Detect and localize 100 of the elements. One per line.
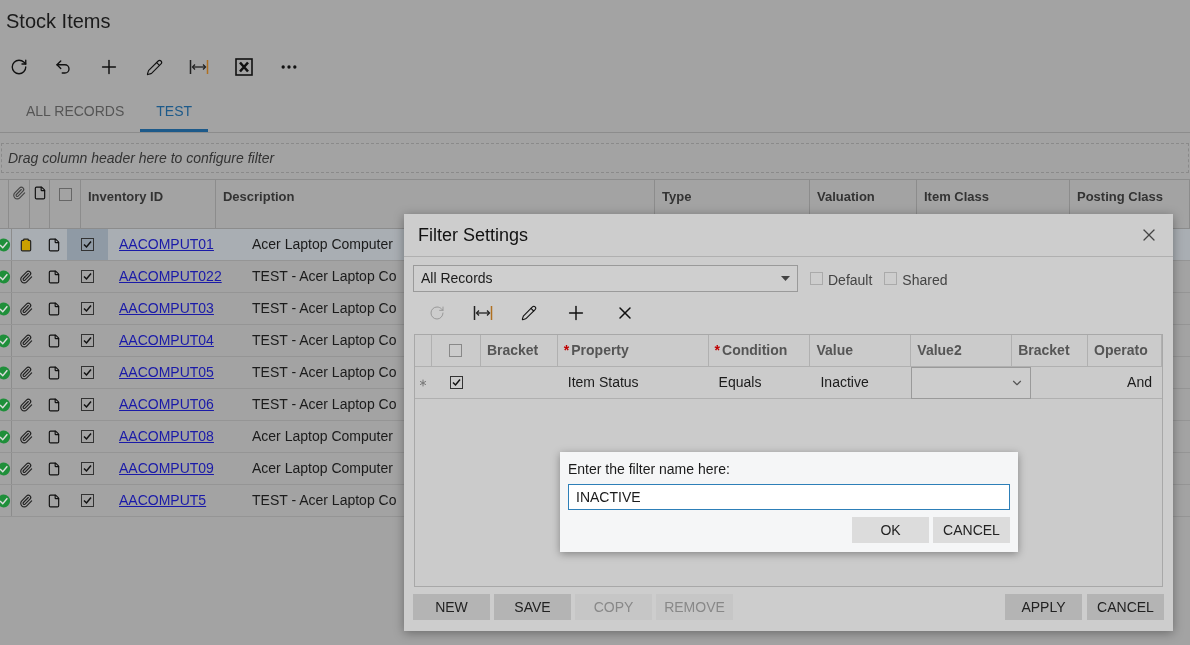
edit-icon[interactable] — [146, 58, 163, 76]
column-header[interactable]: Inventory ID — [88, 189, 164, 204]
dialog-button[interactable]: NEW — [413, 594, 490, 620]
prompt-label: Enter the filter name here: — [568, 461, 730, 477]
fit-columns-icon[interactable] — [189, 59, 209, 75]
required-mark: * — [714, 341, 721, 360]
row-checkbox[interactable] — [81, 494, 94, 507]
inventory-id-link[interactable]: AACOMPUT5 — [119, 492, 207, 508]
inventory-id-link[interactable]: AACOMPUT03 — [119, 300, 214, 316]
status-check-icon — [0, 237, 11, 252]
status-check-icon — [0, 397, 11, 412]
attachment-icon[interactable] — [19, 493, 33, 508]
note-icon[interactable] — [46, 269, 61, 284]
prompt-button[interactable]: OK — [852, 517, 929, 543]
dropdown-caret-icon — [781, 276, 790, 281]
dialog-button[interactable]: CANCEL — [1087, 594, 1164, 620]
description-cell: Acer Laptop Computer — [252, 428, 393, 444]
default-checkbox[interactable] — [810, 272, 823, 285]
column-header[interactable]: Valuation — [817, 189, 875, 204]
column-header[interactable]: Type — [662, 189, 692, 204]
prompt-button[interactable]: CANCEL — [933, 517, 1010, 543]
note-icon[interactable] — [46, 397, 61, 412]
default-label: Default — [828, 271, 873, 290]
clipboard-icon[interactable] — [19, 237, 33, 252]
row-checkbox[interactable] — [81, 462, 94, 475]
row-checkbox[interactable] — [81, 398, 94, 411]
excel-export-icon[interactable] — [235, 58, 253, 76]
row-checkbox[interactable] — [81, 366, 94, 379]
property-cell: Item Status — [567, 374, 639, 390]
description-cell: Acer Laptop Computer — [252, 460, 393, 476]
note-icon[interactable] — [46, 333, 61, 348]
status-check-icon — [0, 429, 11, 444]
tab[interactable]: TEST — [140, 93, 209, 132]
column-header[interactable]: Value2 — [917, 340, 962, 361]
status-check-icon — [0, 269, 11, 284]
row-checkbox[interactable] — [81, 334, 94, 347]
dialog-title: Filter Settings — [418, 223, 529, 247]
note-icon[interactable] — [46, 301, 61, 316]
attachment-icon[interactable] — [19, 397, 33, 412]
required-mark: * — [563, 341, 570, 360]
select-all-checkbox[interactable] — [58, 188, 72, 201]
column-header[interactable]: Posting Class — [1077, 189, 1163, 204]
column-header[interactable]: Bracket — [486, 340, 539, 361]
column-header[interactable]: Operato — [1094, 340, 1148, 361]
condition-cell: Equals — [718, 374, 762, 390]
attachment-icon[interactable] — [19, 461, 33, 476]
row-checkbox[interactable] — [81, 430, 94, 443]
description-cell: TEST - Acer Laptop Co — [252, 492, 397, 508]
column-header[interactable]: Condition — [722, 340, 788, 361]
value2-field[interactable] — [911, 366, 1032, 399]
inventory-id-link[interactable]: AACOMPUT022 — [119, 268, 222, 284]
description-cell: Acer Laptop Computer — [252, 236, 393, 252]
row-checkbox[interactable] — [81, 238, 94, 251]
refresh-icon[interactable] — [10, 58, 28, 76]
filter-hint: Drag column header here to configure filter — [8, 148, 275, 168]
description-cell: TEST - Acer Laptop Co — [252, 396, 397, 412]
row-checkbox[interactable] — [449, 376, 463, 389]
inventory-id-link[interactable]: AACOMPUT05 — [119, 364, 214, 380]
column-header[interactable]: Bracket — [1018, 340, 1070, 361]
select-all-checkbox[interactable] — [449, 344, 463, 357]
attachment-icon[interactable] — [19, 365, 33, 380]
description-cell: TEST - Acer Laptop Co — [252, 364, 397, 380]
shared-checkbox[interactable] — [884, 272, 898, 285]
note-icon[interactable] — [46, 429, 61, 444]
status-check-icon — [0, 493, 11, 508]
fit-columns-icon[interactable] — [473, 305, 493, 321]
description-cell: TEST - Acer Laptop Co — [252, 332, 397, 348]
attachment-icon[interactable] — [19, 333, 33, 348]
filter-name-input[interactable]: INACTIVE — [568, 484, 1010, 510]
operator-cell: And — [1127, 374, 1152, 390]
note-icon[interactable] — [46, 237, 61, 252]
dialog-button[interactable]: APPLY — [1005, 594, 1082, 620]
column-header[interactable]: Item Class — [924, 189, 990, 204]
value-cell: Inactive — [820, 374, 869, 390]
note-icon[interactable] — [46, 461, 61, 476]
dialog-button[interactable]: SAVE — [494, 594, 571, 620]
inventory-id-link[interactable]: AACOMPUT01 — [119, 236, 214, 252]
column-header[interactable]: Property — [571, 340, 629, 361]
inventory-id-link[interactable]: AACOMPUT09 — [119, 460, 214, 476]
note-icon[interactable] — [46, 493, 61, 508]
row-checkbox[interactable] — [81, 302, 94, 315]
status-check-icon — [0, 333, 11, 348]
note-icon[interactable] — [46, 365, 61, 380]
status-check-icon — [0, 461, 11, 476]
inventory-id-link[interactable]: AACOMPUT06 — [119, 396, 214, 412]
attachment-icon[interactable] — [19, 269, 33, 284]
attachment-icon[interactable] — [19, 301, 33, 316]
inventory-id-link[interactable]: AACOMPUT08 — [119, 428, 214, 444]
tab[interactable]: ALL RECORDS — [10, 93, 141, 132]
undo-icon[interactable] — [54, 58, 72, 76]
description-cell: TEST - Acer Laptop Co — [252, 268, 397, 284]
column-header[interactable]: Value — [816, 340, 854, 361]
row-checkbox[interactable] — [81, 270, 94, 283]
attachment-icon — [12, 186, 27, 200]
inventory-id-link[interactable]: AACOMPUT04 — [119, 332, 214, 348]
filter-select[interactable]: All Records — [413, 265, 798, 292]
attachment-icon[interactable] — [19, 429, 33, 444]
column-header[interactable]: Description — [223, 189, 295, 204]
page-title: Stock Items — [6, 10, 111, 32]
edit-icon[interactable] — [521, 305, 537, 321]
